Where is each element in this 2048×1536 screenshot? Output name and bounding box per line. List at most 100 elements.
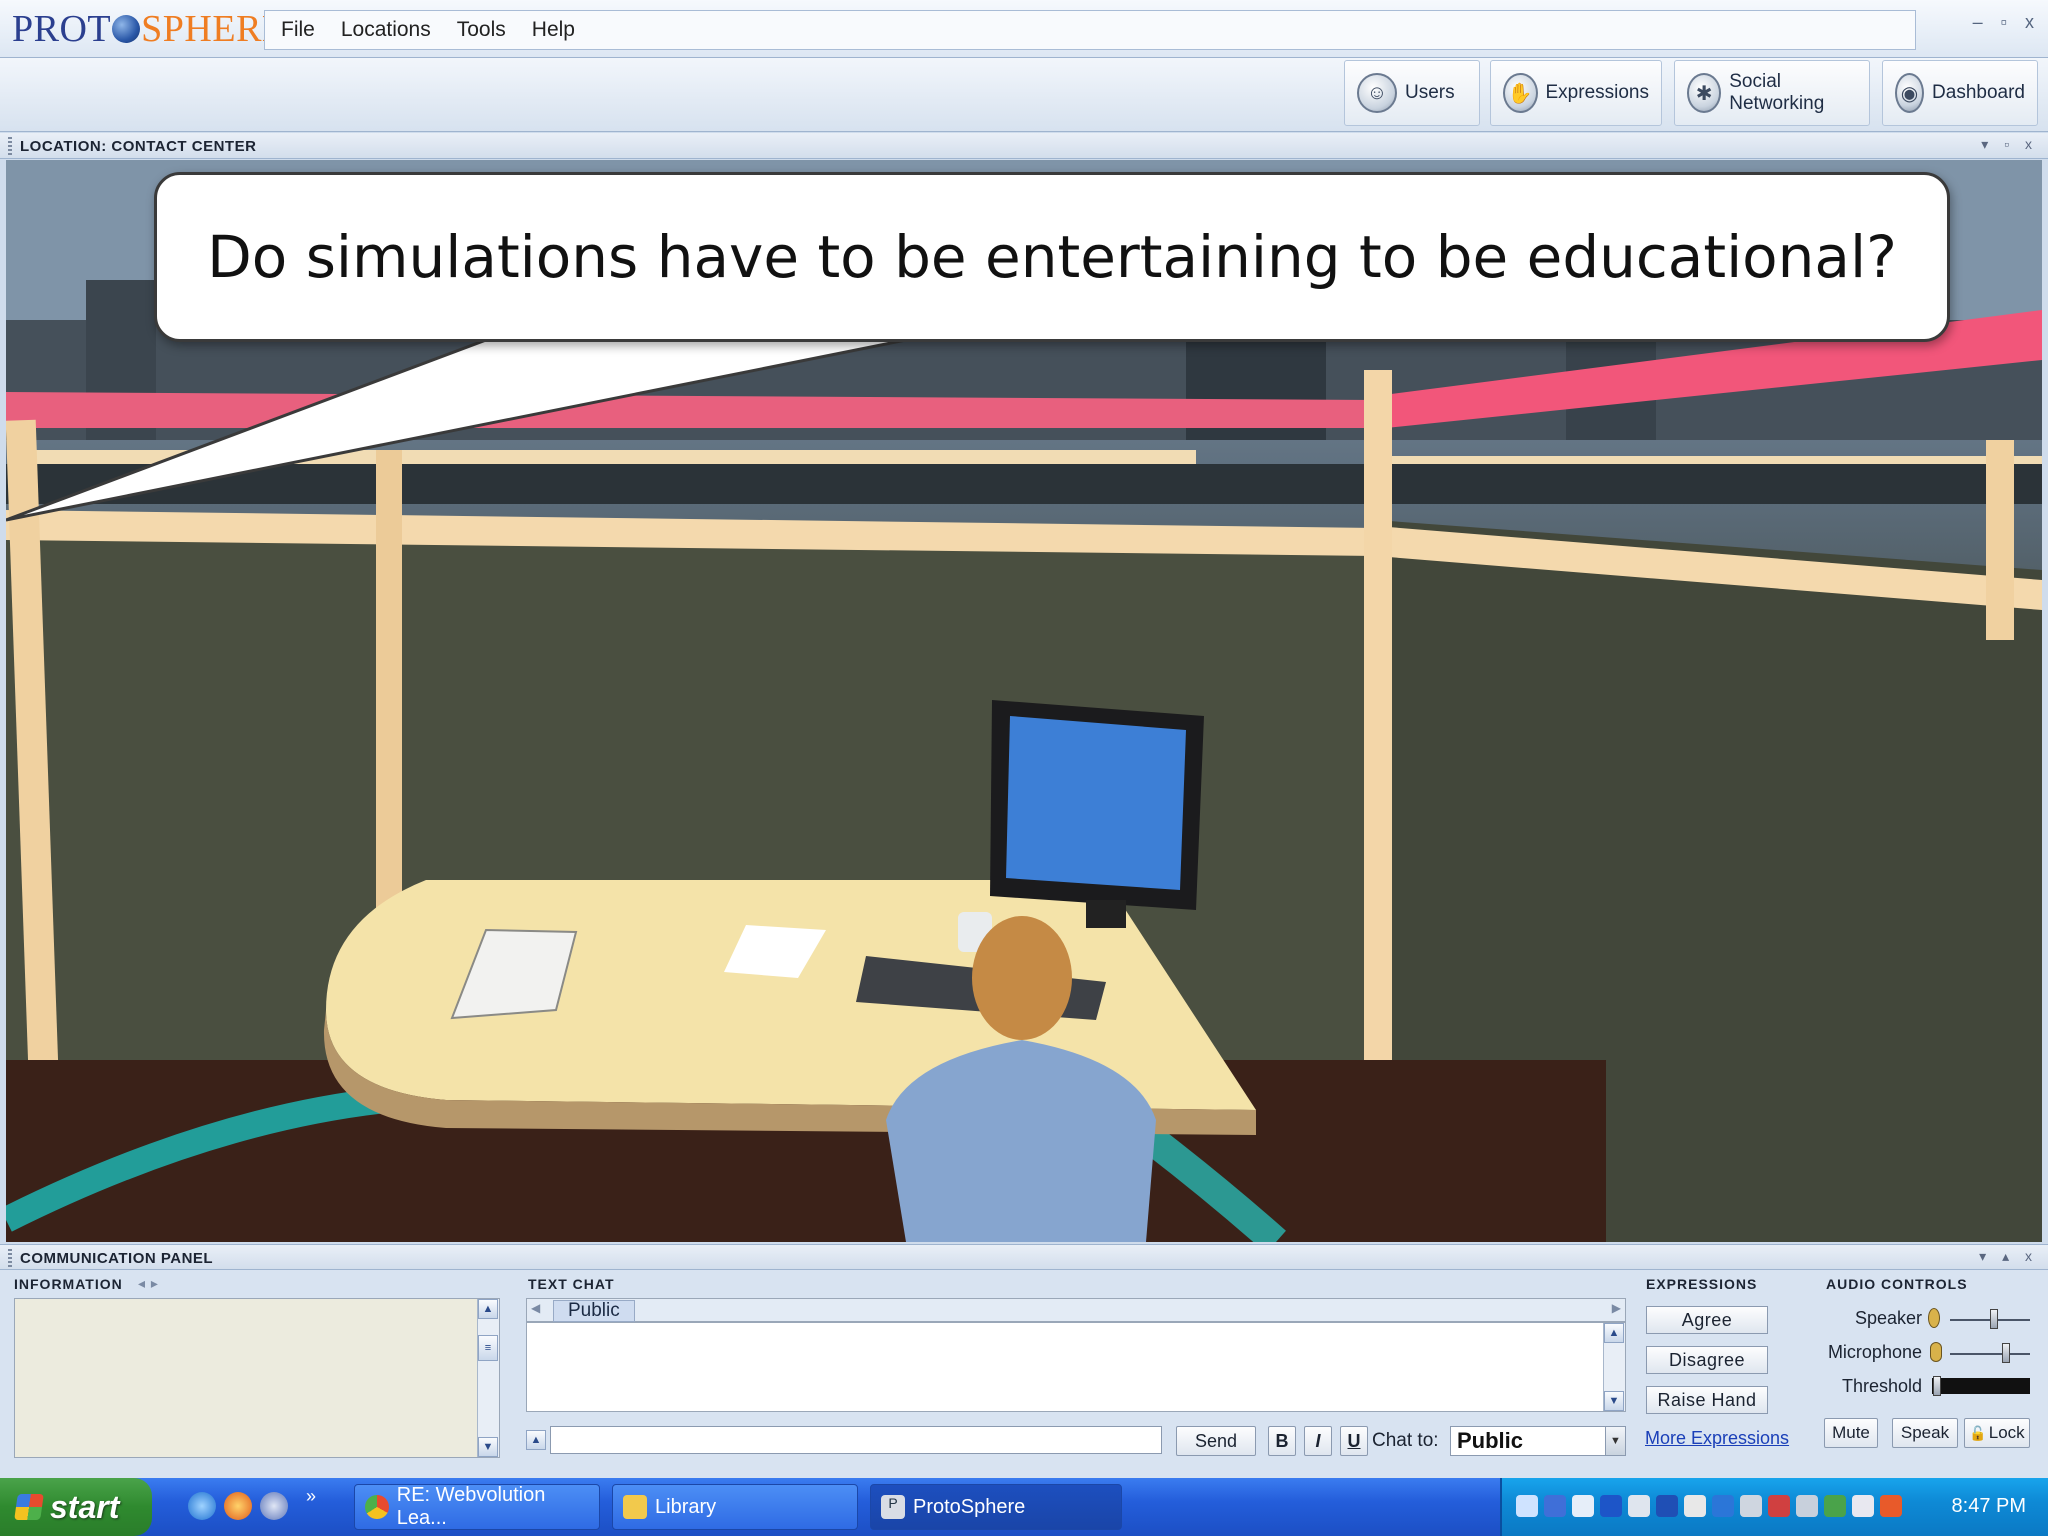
start-label: start	[50, 1488, 120, 1525]
firefox-icon[interactable]	[224, 1492, 252, 1520]
information-nav-arrows[interactable]: ◂ ▸	[138, 1275, 159, 1292]
chat-input-expand-icon[interactable]: ▲	[526, 1430, 546, 1450]
title-bar: PROT SPHERE ® File Locations Tools Help …	[0, 0, 2048, 58]
menu-bar: File Locations Tools Help	[264, 10, 1916, 50]
panel-grip-icon[interactable]	[8, 1249, 12, 1267]
scroll-down-icon[interactable]: ▼	[1604, 1391, 1624, 1411]
chat-tab-public[interactable]: Public	[553, 1300, 635, 1322]
tray-bluetooth-icon[interactable]	[1656, 1495, 1678, 1517]
avatar-head	[972, 916, 1072, 1040]
information-label: INFORMATION	[14, 1276, 123, 1292]
logo-text-proto: PROT	[12, 8, 112, 50]
speech-callout: Do simulations have to be entertaining t…	[154, 172, 1950, 342]
location-panel-header: LOCATION: CONTACT CENTER ▾ ▫ x	[0, 133, 2048, 159]
tray-utility-icon[interactable]	[1740, 1495, 1762, 1517]
chat-tab-strip: ◀ Public ▶	[526, 1298, 1626, 1322]
folder-icon	[623, 1495, 647, 1519]
protosphere-logo: PROT SPHERE ®	[12, 8, 296, 50]
tray-network-icon[interactable]	[1516, 1495, 1538, 1517]
agree-button[interactable]: Agree	[1646, 1306, 1768, 1334]
dashboard-icon: ◉	[1895, 73, 1925, 113]
audio-controls-label: AUDIO CONTROLS	[1826, 1276, 1968, 1292]
chat-input[interactable]	[550, 1426, 1162, 1454]
logo-globe-icon	[112, 15, 141, 43]
social-networking-button-label: Social Networking	[1729, 71, 1825, 114]
location-title: LOCATION: CONTACT CENTER	[20, 138, 257, 155]
chat-to-label: Chat to:	[1372, 1430, 1439, 1451]
tray-device-icon[interactable]	[1544, 1495, 1566, 1517]
threshold-meter[interactable]	[1932, 1378, 2030, 1394]
start-button[interactable]: start	[0, 1478, 152, 1536]
microphone-slider-thumb[interactable]	[2002, 1343, 2010, 1363]
users-button[interactable]: ☺ Users	[1344, 60, 1480, 126]
communication-panel-controls[interactable]: ▾ ▴ x	[1979, 1248, 2038, 1265]
chevron-down-icon[interactable]: ▼	[1605, 1427, 1625, 1455]
users-icon: ☺	[1357, 73, 1397, 113]
menu-tools[interactable]: Tools	[457, 18, 506, 42]
panel-grip-icon[interactable]	[8, 137, 12, 155]
disagree-button[interactable]: Disagree	[1646, 1346, 1768, 1374]
mute-button[interactable]: Mute	[1824, 1418, 1878, 1448]
tray-tool-icon[interactable]	[1684, 1495, 1706, 1517]
taskbar-item-library[interactable]: Library	[612, 1484, 858, 1530]
more-expressions-link[interactable]: More Expressions	[1645, 1428, 1789, 1449]
chat-to-select[interactable]: Public ▼	[1450, 1426, 1626, 1456]
menu-locations[interactable]: Locations	[341, 18, 431, 42]
dashboard-button[interactable]: ◉ Dashboard	[1882, 60, 2038, 126]
chat-log-scrollbar[interactable]: ▲ ▼	[1603, 1323, 1625, 1411]
microphone-label: Microphone	[1827, 1342, 1922, 1362]
threshold-slider-thumb[interactable]	[1933, 1376, 1941, 1396]
speaker-slider-thumb[interactable]	[1990, 1309, 1998, 1329]
taskbar-item-protosphere[interactable]: P ProtoSphere	[870, 1484, 1122, 1530]
3d-viewport[interactable]: Do simulations have to be entertaining t…	[6, 160, 2042, 1242]
quick-launch-chevron[interactable]: »	[306, 1486, 316, 1507]
menu-file[interactable]: File	[281, 18, 315, 42]
social-networking-icon: ✱	[1687, 73, 1722, 113]
raise-hand-button[interactable]: Raise Hand	[1646, 1386, 1768, 1414]
tray-display-icon[interactable]	[1600, 1495, 1622, 1517]
tab-scroll-left-icon[interactable]: ◀	[531, 1301, 540, 1315]
speak-button[interactable]: Speak	[1892, 1418, 1958, 1448]
scroll-thumb[interactable]: ≡	[478, 1335, 498, 1361]
callout-text: Do simulations have to be entertaining t…	[207, 223, 1897, 291]
speaker-label: Speaker	[1854, 1308, 1922, 1328]
scroll-up-icon[interactable]: ▲	[1604, 1323, 1624, 1343]
restore-button[interactable]: ▫	[2001, 12, 2007, 33]
communication-panel: INFORMATION ◂ ▸ ▲ ≡ ▼ TEXT CHAT ◀ Public…	[0, 1270, 2048, 1478]
tray-antivirus-icon[interactable]	[1852, 1495, 1874, 1517]
communication-panel-header: COMMUNICATION PANEL ▾ ▴ x	[0, 1244, 2048, 1270]
information-scrollbar[interactable]: ▲ ≡ ▼	[477, 1299, 499, 1457]
windows-logo-icon	[14, 1494, 44, 1520]
send-button[interactable]: Send	[1176, 1426, 1256, 1456]
tray-app-icon[interactable]	[1628, 1495, 1650, 1517]
location-panel-controls[interactable]: ▾ ▫ x	[1981, 136, 2038, 153]
social-networking-button[interactable]: ✱ Social Networking	[1674, 60, 1870, 126]
tray-download-icon[interactable]	[1824, 1495, 1846, 1517]
underline-button[interactable]: U	[1340, 1426, 1368, 1456]
tray-security-icon[interactable]	[1768, 1495, 1790, 1517]
scroll-down-icon[interactable]: ▼	[478, 1437, 498, 1457]
chat-input-row: ▲ Send B I U Chat to: Public ▼	[526, 1424, 1626, 1458]
tray-sync-icon[interactable]	[1796, 1495, 1818, 1517]
window-controls: – ▫ x	[1973, 12, 2034, 33]
expressions-button-label: Expressions	[1545, 82, 1650, 103]
tray-monitor-icon[interactable]	[1712, 1495, 1734, 1517]
microphone-slider-track[interactable]	[1950, 1353, 2030, 1355]
lock-button[interactable]: 🔓 Lock	[1964, 1418, 2030, 1448]
scroll-up-icon[interactable]: ▲	[478, 1299, 498, 1319]
text-chat-label: TEXT CHAT	[528, 1276, 615, 1292]
italic-button[interactable]: I	[1304, 1426, 1332, 1456]
dashboard-button-label: Dashboard	[1932, 82, 2025, 103]
tray-alert-icon[interactable]	[1880, 1495, 1902, 1517]
tab-scroll-right-icon[interactable]: ▶	[1612, 1301, 1621, 1315]
minimize-button[interactable]: –	[1973, 12, 1983, 33]
expressions-button[interactable]: ✋ Expressions	[1490, 60, 1662, 126]
menu-help[interactable]: Help	[532, 18, 575, 42]
tray-volume-icon[interactable]	[1572, 1495, 1594, 1517]
internet-explorer-icon[interactable]	[188, 1492, 216, 1520]
quick-launch-app-icon[interactable]	[260, 1492, 288, 1520]
close-button[interactable]: x	[2025, 12, 2034, 33]
bold-button[interactable]: B	[1268, 1426, 1296, 1456]
information-box: ▲ ≡ ▼	[14, 1298, 500, 1458]
taskbar-item-webvolution[interactable]: RE: Webvolution Lea...	[354, 1484, 600, 1530]
